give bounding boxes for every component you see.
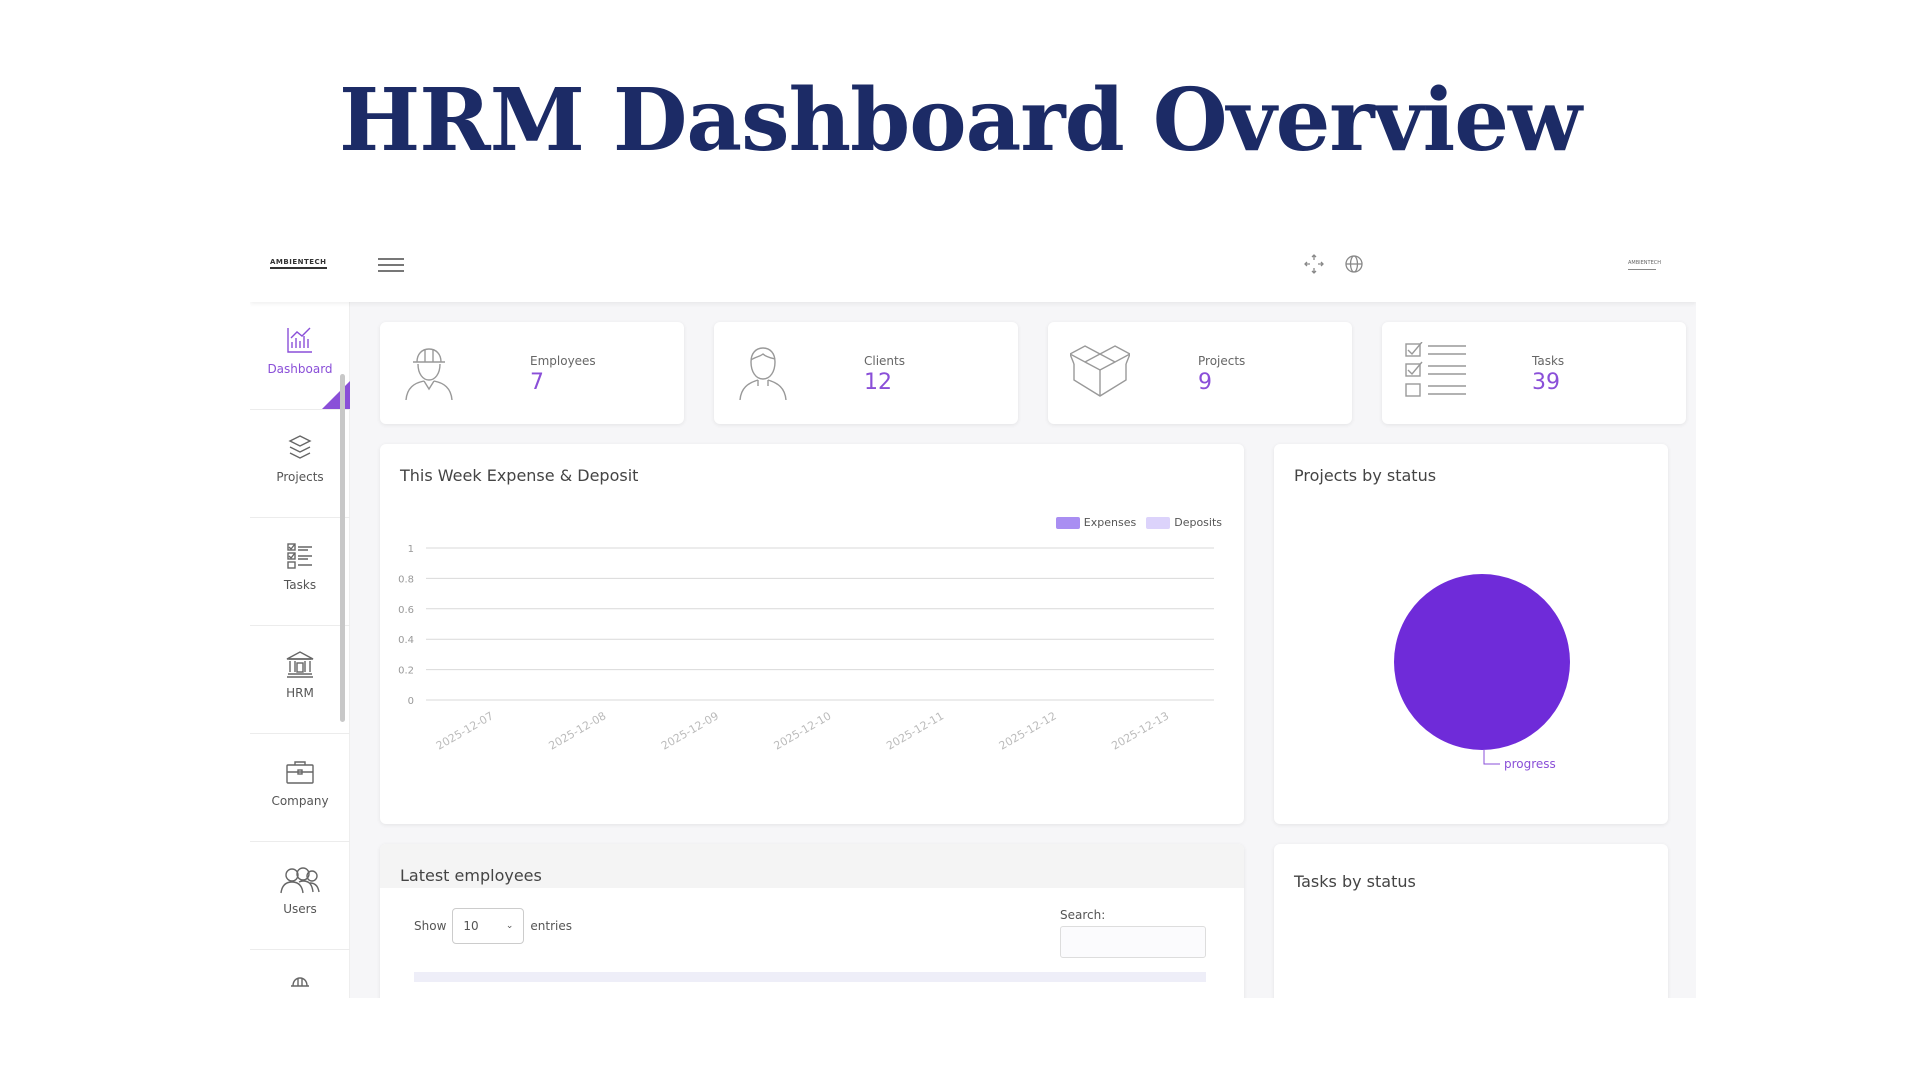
worker-icon	[405, 348, 453, 401]
stat-label: Employees	[530, 354, 596, 368]
entries-select[interactable]: 10 ⌄	[452, 908, 525, 944]
topbar: AMBIENTECH AMBIENTECH	[250, 232, 1696, 302]
stat-value: 9	[1198, 370, 1212, 395]
stat-label: Tasks	[1532, 354, 1565, 368]
x-tick-label: 2025-12-13	[1109, 709, 1171, 752]
projects-status-card: Projects by status progress	[1274, 444, 1668, 824]
active-indicator	[322, 381, 350, 409]
users-icon	[280, 867, 320, 894]
y-tick-label: 0	[408, 696, 414, 707]
table-header-row	[414, 972, 1206, 982]
sidebar-item-company[interactable]: Company	[250, 734, 350, 842]
stat-card-clients[interactable]: Clients 12	[714, 322, 1018, 424]
hamburger-line	[378, 258, 404, 260]
search-input[interactable]	[1060, 926, 1206, 958]
briefcase-icon	[286, 761, 314, 784]
x-tick-label: 2025-12-07	[434, 709, 496, 752]
worker-icon	[291, 977, 309, 987]
x-tick-label: 2025-12-10	[772, 709, 834, 752]
tasks-status-card: Tasks by status	[1274, 844, 1668, 998]
boxes-icon	[288, 435, 312, 459]
pie-label: progress	[1504, 757, 1556, 771]
y-tick-label: 0.8	[398, 574, 414, 585]
stat-value: 7	[530, 370, 544, 395]
card-title: Tasks by status	[1294, 872, 1416, 891]
sidebar-item-label: HRM	[286, 686, 314, 700]
page-title: HRM Dashboard Overview	[338, 70, 1582, 171]
entries-control: Show 10 ⌄ entries	[414, 908, 572, 944]
sidebar-item-label: Projects	[276, 470, 324, 484]
stat-label: Clients	[864, 354, 905, 368]
y-tick-label: 0.4	[398, 635, 414, 646]
stat-value: 39	[1532, 370, 1560, 395]
sidebar-item-tasks[interactable]: Tasks	[250, 518, 350, 626]
pie-slice	[1394, 574, 1570, 750]
y-tick-label: 0.6	[398, 605, 414, 616]
globe-icon[interactable]	[1342, 252, 1366, 276]
sidebar-item-projects[interactable]: Projects	[250, 410, 350, 518]
show-label: Show	[414, 919, 447, 933]
entries-value: 10	[463, 919, 479, 933]
sidebar-scrollbar[interactable]	[340, 374, 345, 722]
bank-icon	[286, 651, 314, 678]
latest-employees-card: Latest employees Show 10 ⌄ entries Searc…	[380, 844, 1244, 998]
sidebar-item-label: Tasks	[283, 578, 317, 592]
stat-card-projects[interactable]: Projects 9	[1048, 322, 1352, 424]
sidebar-item-label: Dashboard	[267, 362, 333, 376]
x-tick-label: 2025-12-09	[659, 709, 721, 752]
boxes-icon	[1070, 345, 1130, 397]
main-content: Employees 7 Clients 12 Projects 9 Tasks …	[350, 302, 1696, 998]
user-avatar[interactable]: AMBIENTECH	[1628, 260, 1661, 270]
search-label: Search:	[1060, 908, 1106, 922]
checklist-icon	[1405, 342, 1466, 397]
projects-status-chart: progress	[1394, 574, 1570, 771]
sidebar-item-label: Company	[271, 794, 329, 808]
brand-logo[interactable]: AMBIENTECH	[270, 258, 327, 269]
expense-deposit-chart: 0 0.2 0.4 0.6 0.8 1 2025-12-07 2025-12-08 2025-1…	[398, 544, 1214, 753]
stat-card-employees[interactable]: Employees 7	[380, 322, 684, 424]
sidebar-item-hrm[interactable]: HRM	[250, 626, 350, 734]
sidebar-item-users[interactable]: Users	[250, 842, 350, 950]
stat-value: 12	[864, 370, 892, 395]
app-window: AMBIENTECH AMBIENTECH Dashboard Projects…	[250, 232, 1696, 998]
sidebar-item-label: Users	[283, 902, 317, 916]
stat-label: Projects	[1198, 354, 1246, 368]
x-tick-label: 2025-12-08	[546, 709, 608, 752]
hamburger-line	[378, 270, 404, 272]
fullscreen-icon[interactable]	[1302, 252, 1326, 276]
card-title: Latest employees	[400, 866, 542, 885]
expense-deposit-card: This Week Expense & Deposit Expenses Dep…	[380, 444, 1244, 824]
y-tick-label: 1	[408, 544, 414, 555]
chart-icon	[287, 327, 312, 353]
stat-card-tasks[interactable]: Tasks 39	[1382, 322, 1686, 424]
pie-label-leader	[1483, 750, 1500, 765]
sidebar-item-more[interactable]	[250, 950, 350, 998]
hamburger-line	[378, 264, 404, 266]
sidebar: Dashboard Projects Tasks HRM Company Use…	[250, 302, 350, 998]
y-tick-label: 0.2	[398, 666, 414, 677]
chevron-down-icon: ⌄	[505, 921, 514, 931]
x-tick-label: 2025-12-11	[884, 709, 946, 752]
client-icon	[739, 347, 787, 401]
menu-toggle-button[interactable]	[378, 254, 404, 276]
entries-label: entries	[530, 919, 572, 933]
checklist-icon	[287, 543, 312, 569]
sidebar-item-dashboard[interactable]: Dashboard	[250, 302, 350, 410]
x-tick-label: 2025-12-12	[997, 709, 1059, 752]
